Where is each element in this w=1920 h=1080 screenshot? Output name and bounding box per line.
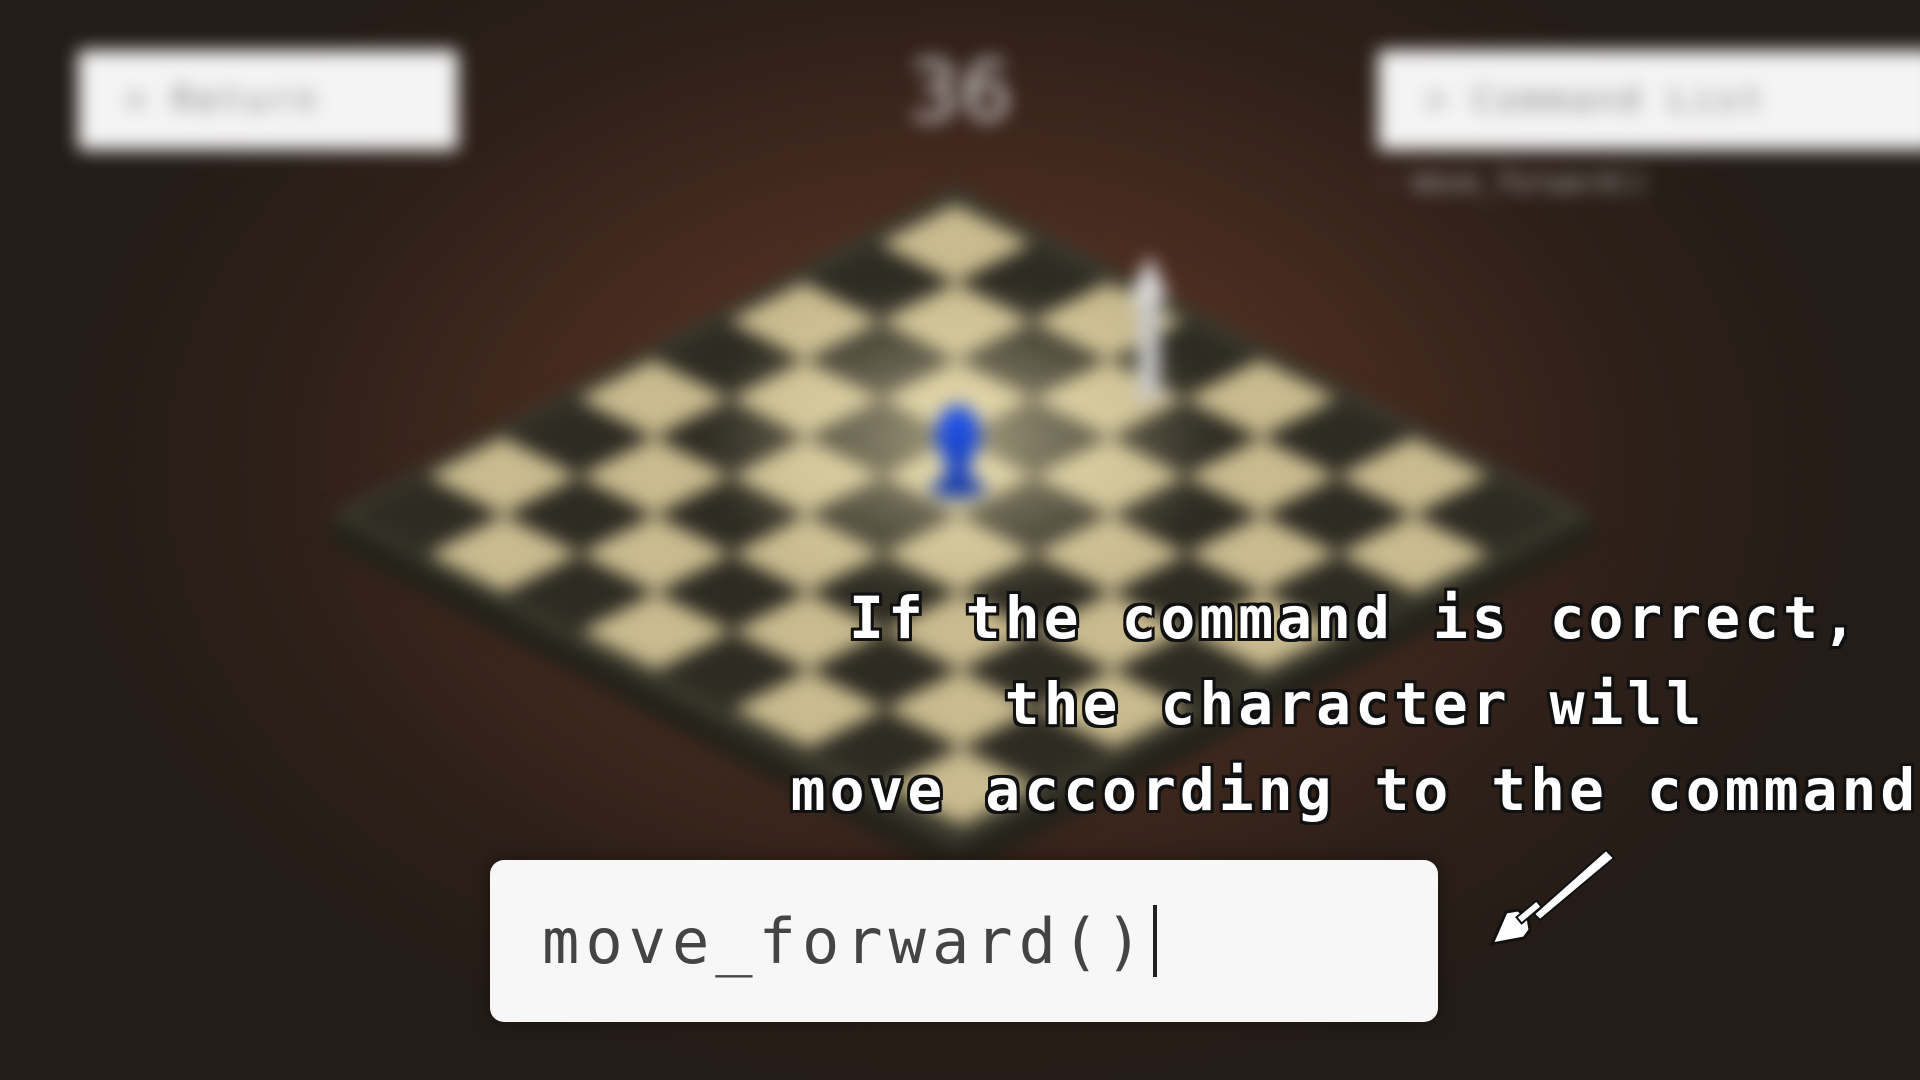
command-input-text: move_forward() bbox=[542, 904, 1149, 978]
command-history: · move_forward() bbox=[1378, 165, 1648, 198]
chevron-right-icon: > bbox=[1426, 80, 1451, 120]
return-label: Return bbox=[172, 80, 320, 120]
hint-line: the character will bbox=[1004, 670, 1706, 738]
history-bullet: · bbox=[1378, 165, 1412, 198]
tutorial-hint: If the command is correct, the character… bbox=[790, 575, 1920, 833]
text-caret bbox=[1152, 905, 1157, 977]
pointer-arrow-icon bbox=[1489, 848, 1616, 946]
move-counter: 36 bbox=[907, 45, 1013, 140]
command-input[interactable]: move_forward() bbox=[490, 860, 1438, 1022]
return-button[interactable]: > Return bbox=[78, 50, 458, 150]
chevron-right-icon: > bbox=[126, 80, 151, 120]
command-list-label: Command List bbox=[1472, 80, 1767, 120]
history-item: move_forward() bbox=[1411, 165, 1648, 198]
command-list-button[interactable]: > Command List bbox=[1378, 50, 1920, 150]
hint-line: If the command is correct, bbox=[849, 584, 1861, 652]
hint-line: move according to the command bbox=[790, 756, 1920, 824]
